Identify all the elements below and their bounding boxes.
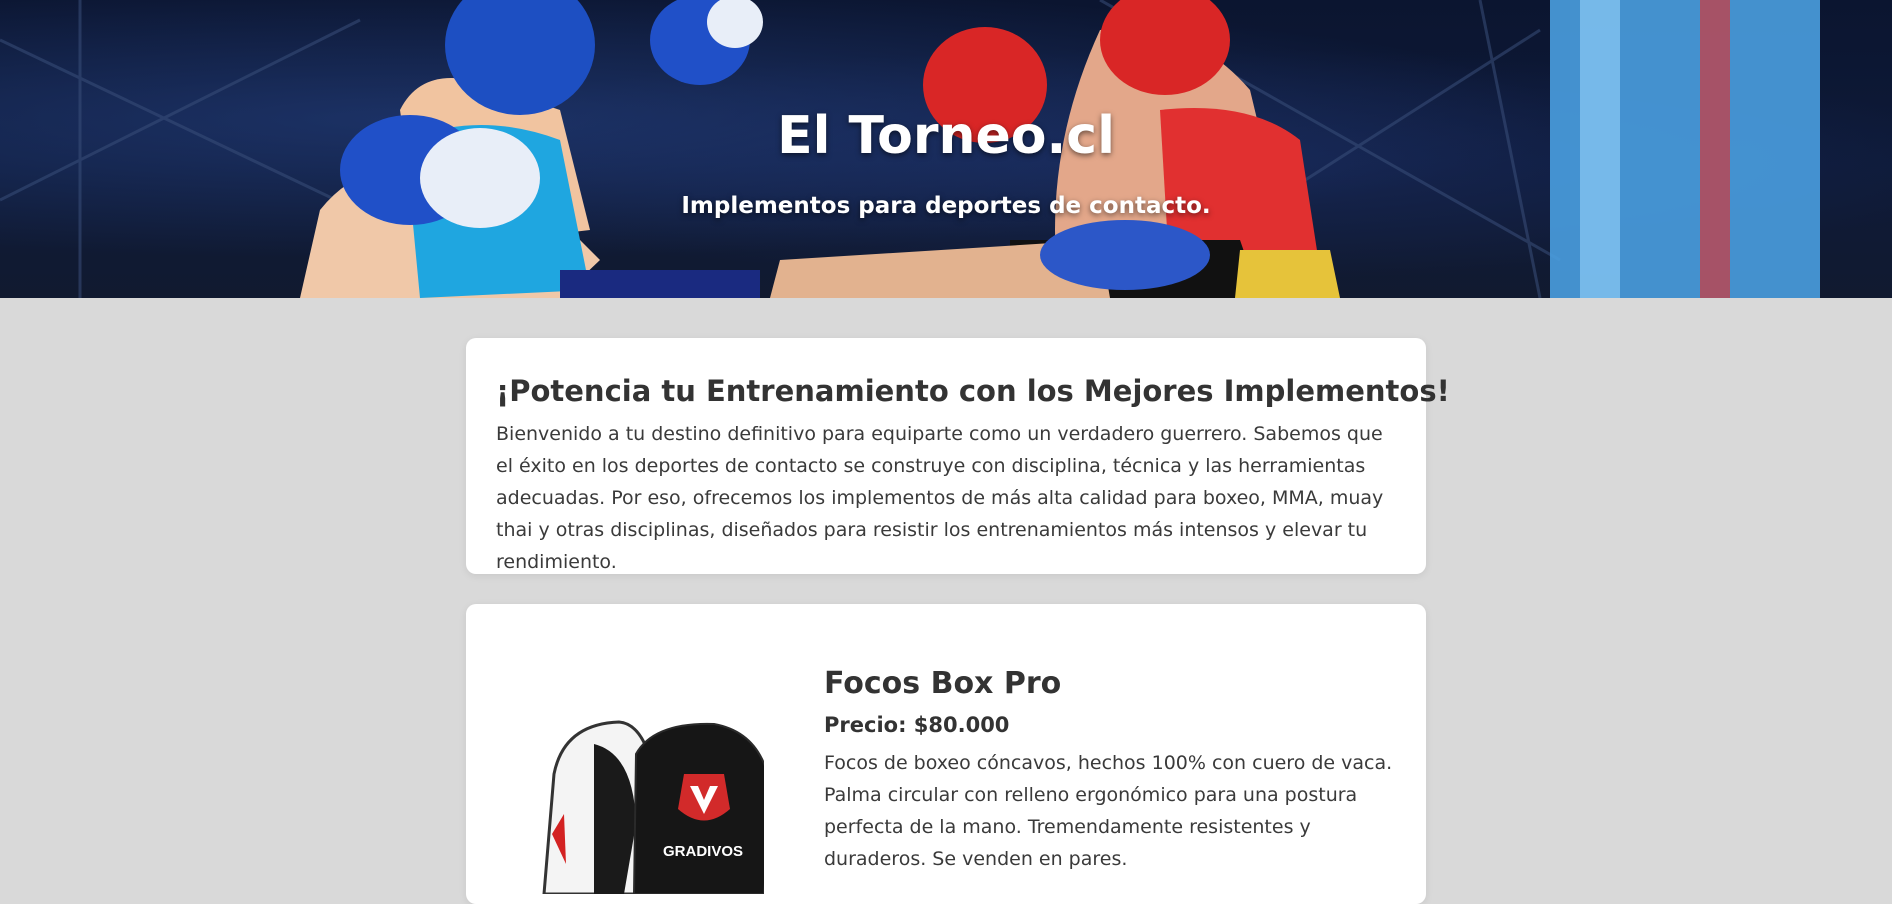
product-description: Focos de boxeo cóncavos, hechos 100% con… [824, 752, 1393, 870]
intro-text: Bienvenido a tu destino definitivo para … [496, 423, 1384, 573]
site-tagline: Implementos para deportes de contacto. [681, 193, 1211, 219]
mitt-brand-text: GRADIVOS [663, 843, 743, 860]
product-info: Focos Box Pro Precio: $80.000 Focos de b… [824, 666, 1394, 875]
intro-card: ¡Potencia tu Entrenamiento con los Mejor… [466, 338, 1450, 574]
product-price: Precio: $80.000 [824, 713, 1010, 737]
site-title: El Torneo.cl [777, 106, 1115, 166]
intro-title: ¡Potencia tu Entrenamiento con los Mejor… [496, 374, 1450, 408]
focus-mitts-image: GRADIVOS [542, 720, 764, 894]
main-content: ¡Potencia tu Entrenamiento con los Mejor… [466, 338, 1450, 904]
product-card: GRADIVOS Focos Box Pro Precio: $80.000 F… [466, 604, 1426, 904]
hero-banner: El Torneo.cl Implementos para deportes d… [0, 0, 1892, 298]
product-name: Focos Box Pro [824, 666, 1062, 701]
